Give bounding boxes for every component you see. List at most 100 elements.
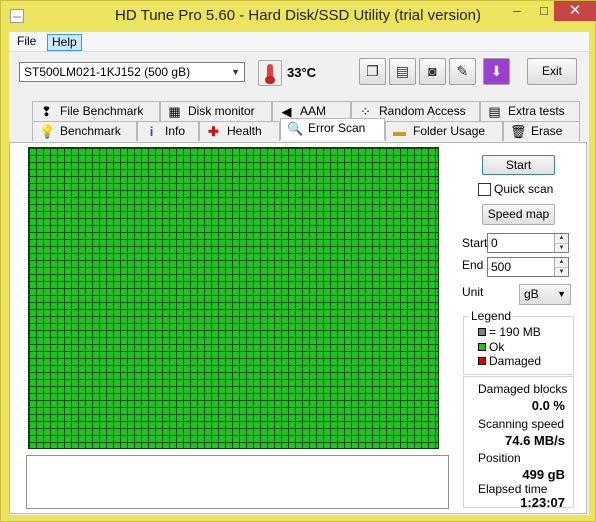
tab-folder-usage[interactable]: ▬ Folder Usage — [385, 121, 503, 141]
save-button[interactable]: ▤ — [389, 58, 416, 85]
tab-label: AAM — [300, 104, 327, 118]
legend-ok: Ok — [478, 340, 504, 354]
magnifier-icon: 🔍 — [287, 121, 304, 136]
info-icon: i — [149, 124, 154, 139]
end-field[interactable]: 500 ▲ ▼ — [487, 257, 569, 277]
tab-info[interactable]: i Info — [137, 121, 199, 141]
screenshot-camera-icon: ◙ — [428, 63, 437, 79]
save-icon: ▤ — [395, 63, 410, 79]
scanning-speed-value: 74.6 MB/s — [505, 433, 565, 448]
legend-ok-label: Ok — [489, 340, 505, 354]
legend-ok-swatch — [478, 343, 486, 351]
end-field-label: End — [462, 258, 484, 272]
drive-select-value: ST500LM021-1KJ152 (500 gB) — [24, 65, 191, 79]
temperature-value: 33°C — [287, 65, 317, 80]
thermometer-icon — [265, 64, 275, 84]
menu-file-label: File — [17, 34, 37, 48]
tab-label: Erase — [531, 124, 563, 138]
start-button-label: Start — [505, 158, 532, 172]
legend-block-swatch — [478, 328, 486, 336]
start-button[interactable]: Start — [482, 155, 555, 175]
menu-help-label: Help — [52, 35, 77, 49]
scanning-speed-label: Scanning speed — [478, 417, 565, 431]
scan-log[interactable] — [26, 455, 449, 509]
start-field-value: 0 — [491, 236, 498, 250]
exit-button-label: Exit — [541, 64, 562, 78]
tab-label: Extra tests — [508, 104, 565, 118]
quick-scan-checkbox[interactable] — [478, 183, 491, 196]
tab-erase[interactable]: 🗑 Erase — [503, 121, 580, 141]
menu-file[interactable]: File — [13, 34, 40, 51]
health-cross-icon: ✚ — [208, 124, 219, 139]
app-window: HD Tune Pro 5.60 - Hard Disk/SSD Utility… — [0, 0, 596, 522]
legend-damaged-swatch — [478, 357, 486, 365]
tab-file-benchmark[interactable]: ❢ File Benchmark — [32, 101, 160, 121]
unit-select-value: gB — [524, 287, 539, 301]
drive-select[interactable]: ST500LM021-1KJ152 (500 gB) ▼ — [19, 62, 245, 82]
elapsed-time-value: 1:23:07 — [520, 495, 565, 510]
copy-info-icon: ❐ — [366, 63, 379, 79]
screenshot-button[interactable]: ◙ — [419, 58, 446, 85]
download-icon: ⬇ — [490, 63, 503, 79]
tab-label: Random Access — [379, 104, 466, 118]
lightbulb-icon: 💡 — [39, 124, 56, 139]
spin-up-icon[interactable]: ▲ — [554, 258, 568, 267]
legend-block-size-label: = 190 MB — [489, 325, 541, 339]
tab-label: Health — [227, 124, 262, 138]
damaged-blocks-value: 0.0 % — [531, 398, 565, 413]
position-value: 499 gB — [522, 467, 565, 482]
tab-label: Disk monitor — [188, 104, 255, 118]
quick-scan-label: Quick scan — [494, 182, 554, 196]
legend-damaged: Damaged — [478, 354, 541, 368]
error-scan-panel: Start Quick scan Speed map Start 0 ▲ ▼ E… — [9, 142, 587, 514]
elapsed-time-label: Elapsed time — [478, 482, 548, 496]
tab-label: Folder Usage — [413, 124, 486, 138]
disk-monitor-icon: ▦ — [168, 104, 181, 119]
legend-title: Legend — [469, 309, 514, 323]
speed-map-label: Speed map — [487, 207, 550, 221]
speed-map-button[interactable]: Speed map — [482, 204, 555, 225]
start-field[interactable]: 0 ▲ ▼ — [487, 233, 569, 253]
folder-icon: ▬ — [393, 124, 406, 139]
client-area: File Help ST500LM021-1KJ152 (500 gB) ▼ 3… — [9, 32, 589, 515]
spin-down-icon[interactable]: ▼ — [554, 267, 568, 276]
scan-stats: Damaged blocks 0.0 % Scanning speed 74.6… — [463, 376, 574, 510]
legend-block-size: = 190 MB — [478, 325, 541, 339]
download-button[interactable]: ⬇ — [483, 58, 510, 85]
trash-icon: 🗑 — [510, 124, 527, 139]
unit-label: Unit — [462, 285, 484, 299]
temperature-box — [258, 60, 282, 86]
legend-damaged-label: Damaged — [489, 354, 542, 368]
tab-label: Benchmark — [60, 124, 121, 138]
damaged-blocks-label: Damaged blocks — [478, 382, 568, 396]
menu-help[interactable]: Help — [47, 34, 82, 51]
title-bar[interactable]: HD Tune Pro 5.60 - Hard Disk/SSD Utility… — [1, 1, 596, 32]
unit-select[interactable]: gB ▼ — [519, 284, 571, 305]
spin-up-icon[interactable]: ▲ — [554, 234, 568, 243]
close-button[interactable]: ✕ — [554, 1, 596, 21]
tab-label: Info — [165, 124, 186, 138]
speaker-icon: ◀ — [281, 104, 292, 119]
tab-label: File Benchmark — [60, 104, 144, 118]
chevron-down-icon: ▼ — [231, 67, 240, 77]
options-button[interactable]: ✎ — [449, 58, 476, 85]
menu-bar: File Help — [9, 32, 589, 52]
start-field-label: Start — [462, 236, 488, 250]
tab-extra-tests[interactable]: ▤ Extra tests — [480, 101, 580, 121]
options-icon: ✎ — [456, 63, 469, 79]
chevron-down-icon: ▼ — [557, 289, 566, 299]
spin-down-icon[interactable]: ▼ — [554, 243, 568, 252]
tab-error-scan[interactable]: 🔍 Error Scan — [280, 118, 385, 140]
random-access-icon: ⁘ — [360, 104, 371, 119]
tab-health[interactable]: ✚ Health — [199, 121, 280, 141]
tab-label: Error Scan — [308, 121, 366, 135]
tab-disk-monitor[interactable]: ▦ Disk monitor — [160, 101, 272, 121]
extra-tests-icon: ▤ — [488, 104, 501, 119]
minimize-button[interactable]: – — [504, 1, 530, 21]
tab-benchmark[interactable]: 💡 Benchmark — [32, 121, 137, 141]
scan-block-map — [28, 147, 439, 449]
end-field-value: 500 — [491, 260, 512, 274]
file-benchmark-icon: ❢ — [41, 104, 52, 119]
copy-info-button[interactable]: ❐ — [359, 58, 386, 85]
exit-button[interactable]: Exit — [527, 58, 577, 85]
